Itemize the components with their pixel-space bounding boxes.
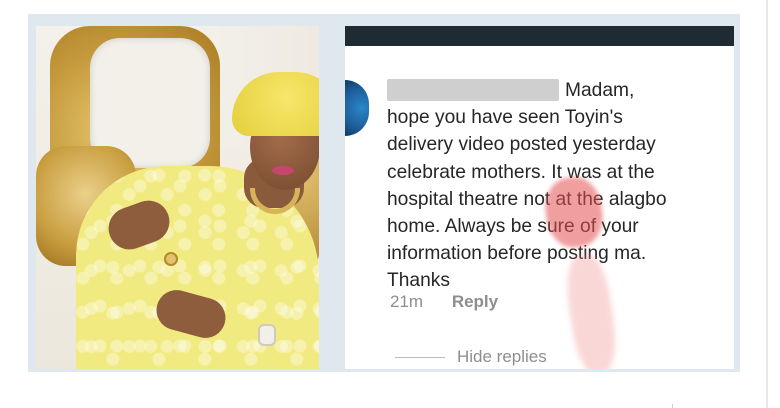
lips <box>272 166 294 175</box>
watermark-mark-bottom <box>562 251 621 369</box>
profile-avatar-icon[interactable] <box>345 80 369 136</box>
scroll-tick <box>672 404 673 408</box>
dark-top-bar <box>345 26 734 46</box>
replies-divider <box>395 357 445 358</box>
hide-replies-button[interactable]: Hide replies <box>457 347 547 367</box>
ring <box>164 252 178 266</box>
instagram-comment-screenshot: Madam, hope you have seen Toyin's delive… <box>345 26 734 369</box>
comment-meta: 21m Reply <box>390 292 498 312</box>
page-edge-divider <box>766 0 768 408</box>
woman-photo <box>36 26 319 369</box>
watermark-mark-top <box>541 173 607 251</box>
reply-button[interactable]: Reply <box>452 292 498 311</box>
bracelet <box>258 324 276 346</box>
comment-timestamp: 21m <box>390 292 424 311</box>
